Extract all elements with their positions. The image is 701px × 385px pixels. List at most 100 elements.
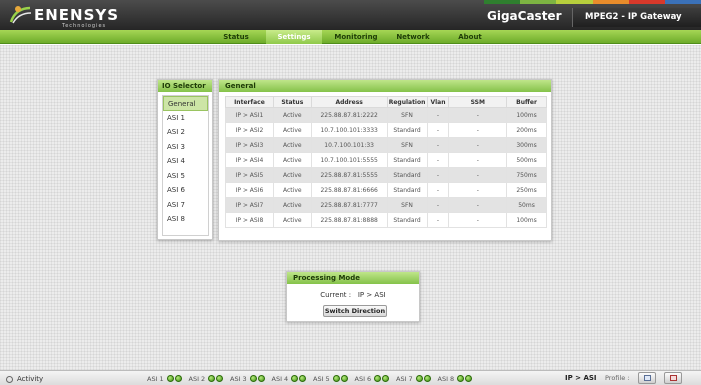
table-cell: Active <box>272 197 312 213</box>
current-mode: Current : IP > ASI <box>287 291 419 299</box>
activity-label: Activity <box>17 375 44 383</box>
asi-status-label: ASI 3 <box>230 374 247 383</box>
table-cell: - <box>448 182 508 198</box>
table-cell: Active <box>272 107 312 123</box>
io-item-asi6[interactable]: ASI 6 <box>163 183 208 198</box>
table-row: IP > ASI7 Active 225.88.87.81:7777 SFN - -50m… <box>225 197 547 213</box>
table-cell: 100ms <box>506 107 547 123</box>
io-item-asi8[interactable]: ASI 8 <box>163 212 208 227</box>
table-cell: Active <box>272 152 312 168</box>
profile-icon <box>644 375 651 381</box>
column-header: Regulation <box>386 96 428 108</box>
table-cell: 500ms <box>506 152 547 168</box>
gateway-label: MPEG2 - IP Gateway <box>585 12 682 22</box>
table-cell: 10.7.100.101:5555 <box>310 152 388 168</box>
column-header: Interface <box>225 96 274 108</box>
table-cell: - <box>426 212 450 228</box>
table-cell: Active <box>272 212 312 228</box>
table-row: IP > ASI3 Active 10.7.100.101:33 SFN - -300ms <box>225 137 547 153</box>
table-row: IP > ASI2 Active 10.7.100.101:3333 Standard… <box>225 122 547 138</box>
table-cell: Active <box>272 122 312 138</box>
table-cell: 750ms <box>506 167 547 183</box>
asi-status-label: ASI 7 <box>396 374 413 383</box>
table-cell: - <box>448 152 508 168</box>
table-cell: Active <box>272 137 312 153</box>
table-row: IP > ASI5 Active 225.88.87.81:5555 Standard… <box>225 167 547 183</box>
io-item-asi4[interactable]: ASI 4 <box>163 154 208 169</box>
table-row: IP > ASI1 Active 225.88.87.81:2222 SFN - -100… <box>225 107 547 123</box>
asi-status-label: ASI 5 <box>313 374 330 383</box>
table-cell: 250ms <box>506 182 547 198</box>
column-header: Buffer <box>506 96 547 108</box>
table-cell: IP > ASI4 <box>225 152 274 168</box>
profile-1-button[interactable] <box>638 372 656 384</box>
table-cell: - <box>426 167 450 183</box>
table-cell: - <box>448 167 508 183</box>
profile-2-button[interactable] <box>664 372 682 384</box>
table-cell: IP > ASI3 <box>225 137 274 153</box>
table-cell: 300ms <box>506 137 547 153</box>
nav-settings[interactable]: Settings <box>266 30 322 44</box>
led-icon <box>249 375 257 382</box>
io-item-asi5[interactable]: ASI 5 <box>163 169 208 184</box>
led-icon <box>415 375 423 382</box>
logo-mark-icon <box>9 6 32 24</box>
table-cell: 100ms <box>506 212 547 228</box>
asi-status-2: ASI 2 <box>189 374 224 383</box>
table-header-row: Interface Status Address Regulation Vlan… <box>225 96 547 108</box>
asi-status-6: ASI 6 <box>355 374 390 383</box>
column-header: Vlan <box>426 96 450 108</box>
table-cell: 10.7.100.101:33 <box>310 137 388 153</box>
nav-network[interactable]: Network <box>388 30 438 44</box>
table-row: IP > ASI4 Active 10.7.100.101:5555 Standard… <box>225 152 547 168</box>
table-row: IP > ASI6 Active 225.88.87.81:6666 Standard… <box>225 182 547 198</box>
asi-status-label: ASI 8 <box>437 374 455 383</box>
table-cell: Standard <box>386 182 428 198</box>
enensys-logo: ENENSYS Technologies <box>8 4 138 29</box>
asi-status-8: ASI 8 <box>438 374 473 383</box>
product-name: GigaCaster <box>487 9 562 23</box>
asi-status-3: ASI 3 <box>230 374 265 383</box>
io-item-asi1[interactable]: ASI 1 <box>163 111 208 126</box>
gateway-label-box: MPEG2 - IP Gateway <box>572 8 701 27</box>
nav-about[interactable]: About <box>446 30 494 44</box>
column-header: Address <box>310 96 388 108</box>
switch-direction-button[interactable]: Switch Direction <box>323 305 387 317</box>
table-cell: Active <box>272 182 312 198</box>
table-row: IP > ASI8 Active 225.88.87.81:8888 Standard… <box>225 212 547 228</box>
io-item-asi3[interactable]: ASI 3 <box>163 140 208 155</box>
asi-status-7: ASI 7 <box>396 374 431 383</box>
current-mode-label: Current : <box>320 291 352 299</box>
led-icon <box>340 375 348 382</box>
profile-label: Profile : <box>605 374 630 382</box>
general-panel: General Interface Status Address Regulat… <box>218 79 552 241</box>
profile-icon <box>670 375 677 381</box>
nav-status[interactable]: Status <box>210 30 262 44</box>
table-cell: SFN <box>386 137 428 153</box>
interfaces-table: Interface Status Address Regulation Vlan… <box>225 96 547 228</box>
table-cell: - <box>426 152 450 168</box>
processing-mode-panel: Processing Mode Current : IP > ASI Switc… <box>286 271 420 322</box>
led-icon <box>382 375 390 382</box>
led-icon <box>216 375 224 382</box>
table-cell: 50ms <box>506 197 547 213</box>
led-icon <box>374 375 382 382</box>
nav-monitoring[interactable]: Monitoring <box>326 30 386 44</box>
led-icon <box>257 375 265 382</box>
table-cell: IP > ASI2 <box>225 122 274 138</box>
current-mode-value: IP > ASI <box>357 291 386 299</box>
table-cell: - <box>426 137 450 153</box>
io-item-asi2[interactable]: ASI 2 <box>163 125 208 140</box>
table-cell: - <box>426 122 450 138</box>
table-cell: - <box>426 107 450 123</box>
io-item-asi7[interactable]: ASI 7 <box>163 198 208 213</box>
table-cell: - <box>448 107 508 123</box>
io-selector-title: IO Selector <box>158 80 212 92</box>
activity-indicator: Activity <box>6 374 43 384</box>
io-selector-list[interactable]: General ASI 1 ASI 2 ASI 3 ASI 4 ASI 5 AS… <box>162 95 209 236</box>
io-item-general[interactable]: General <box>163 96 208 111</box>
led-icon <box>423 375 431 382</box>
asi-status-label: ASI 6 <box>354 374 372 383</box>
table-cell: 225.88.87.81:5555 <box>310 167 388 183</box>
led-icon <box>299 375 307 382</box>
